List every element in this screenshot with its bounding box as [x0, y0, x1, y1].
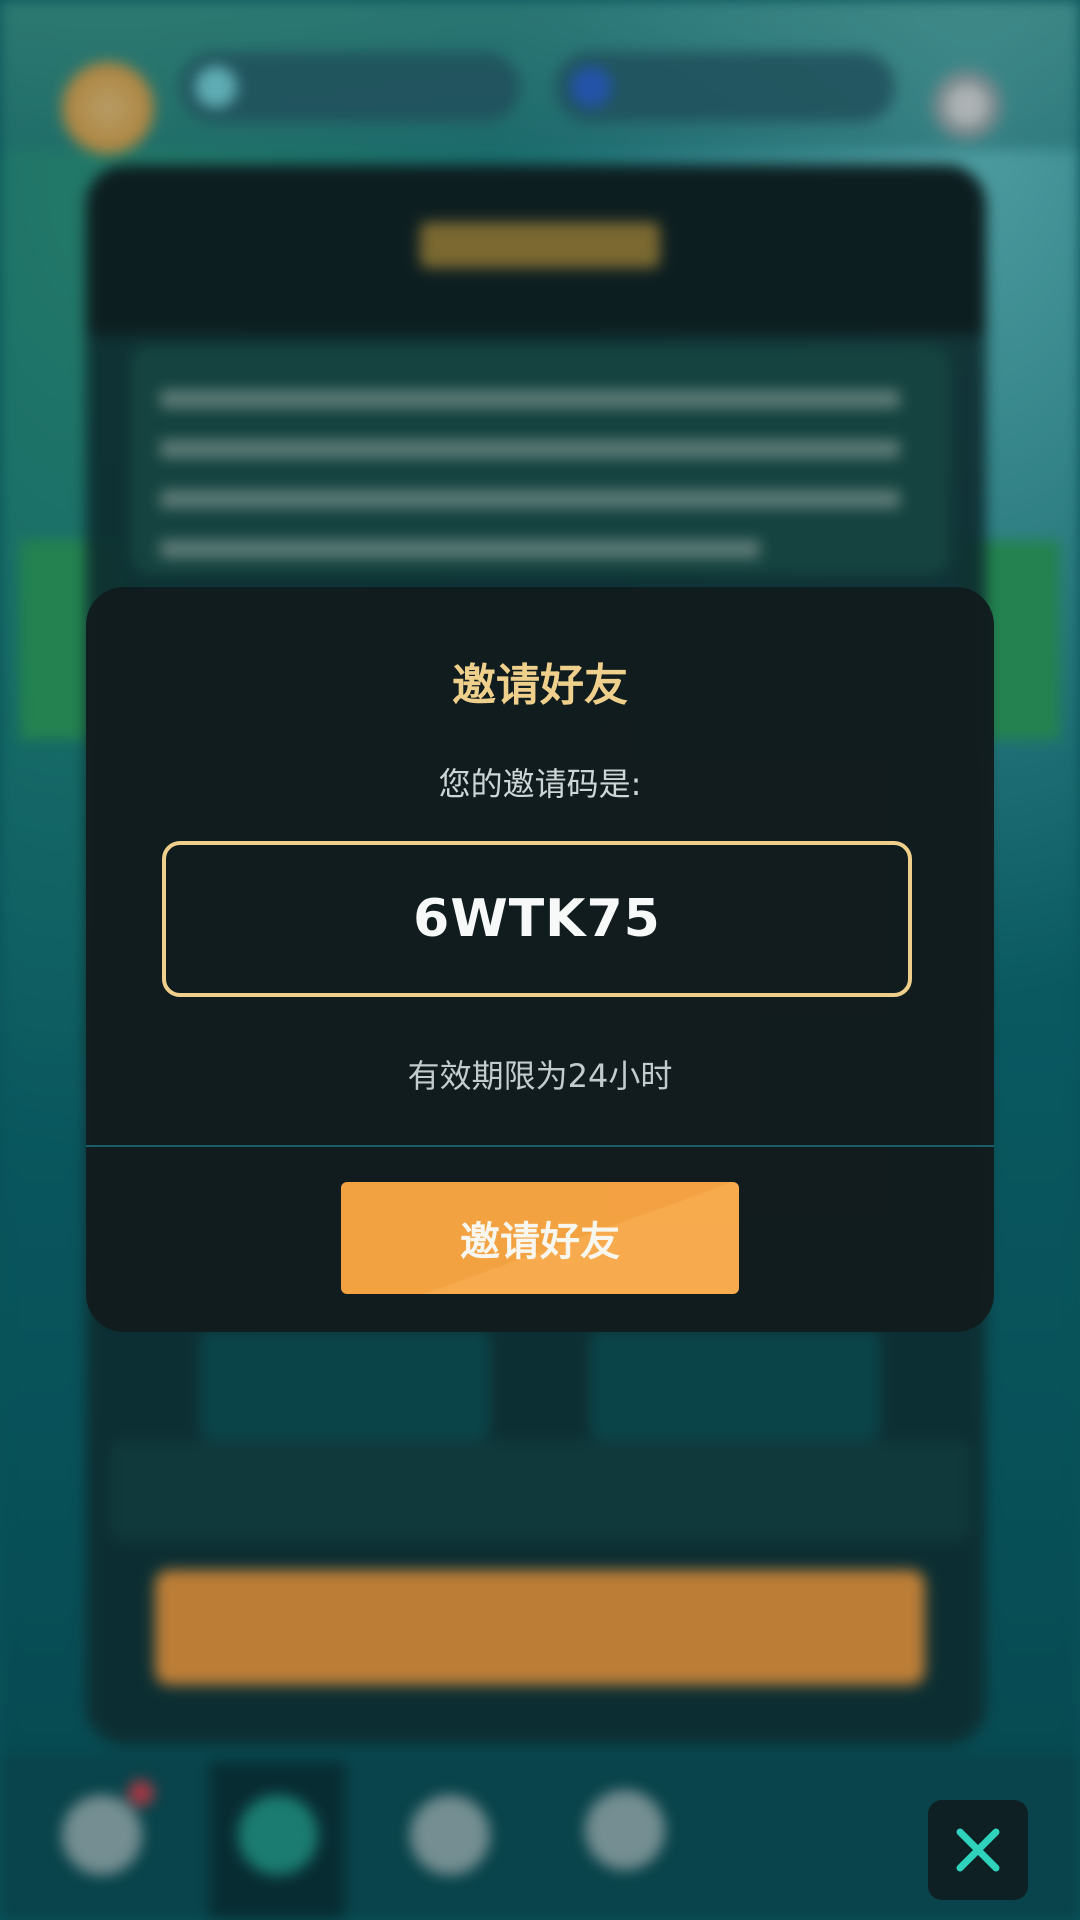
close-icon [956, 1828, 1000, 1872]
invite-code-value: 6WTK75 [413, 889, 661, 949]
invite-code-label: 您的邀请码是: [438, 765, 642, 803]
expire-text: 有效期限为24小时 [407, 1057, 673, 1095]
invite-friends-button[interactable]: 邀请好友 [341, 1182, 739, 1294]
divider [86, 1145, 994, 1147]
close-button[interactable] [928, 1800, 1028, 1900]
invite-friends-modal: 邀请好友 您的邀请码是: 6WTK75 有效期限为24小时 邀请好友 [86, 587, 994, 1332]
invite-code-box[interactable]: 6WTK75 [162, 841, 912, 997]
modal-title: 邀请好友 [452, 660, 628, 711]
